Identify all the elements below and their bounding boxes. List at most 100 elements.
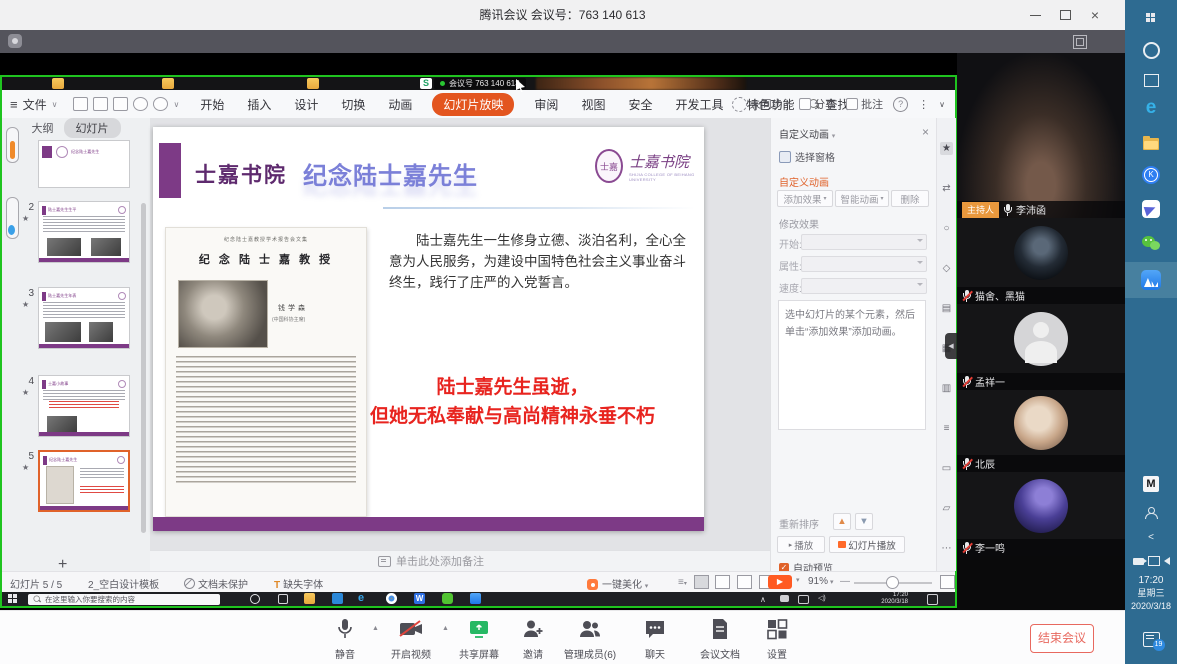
save-icon[interactable] [73, 97, 88, 111]
quickbar-caret-icon[interactable]: ∨ [173, 100, 179, 109]
tab-slideshow[interactable]: 幻灯片放映 [432, 93, 514, 116]
chat-button[interactable]: 聊天 [622, 618, 688, 661]
notification-center-icon[interactable]: 19 [1125, 626, 1177, 652]
tab-animation[interactable]: 动画 [388, 93, 412, 116]
end-meeting-button[interactable]: 结束会议 [1030, 624, 1094, 653]
participant-tile[interactable]: 北辰 [957, 390, 1125, 472]
comment-button[interactable]: 批注 [846, 96, 883, 112]
print-preview-icon[interactable] [113, 97, 128, 111]
close-button[interactable]: × [1080, 0, 1110, 30]
slide-thumbnail-4[interactable]: 士嘉小故事 [38, 375, 130, 437]
chrome-icon[interactable] [386, 593, 397, 604]
tab-security[interactable]: 安全 [628, 93, 652, 116]
slideshow-play-button[interactable]: 幻灯片播放 [829, 536, 905, 553]
animation-pane-icon[interactable]: ★ [940, 142, 953, 155]
wps-app-icon[interactable]: S [420, 78, 432, 89]
more-tools-icon[interactable]: ⋯ [940, 542, 953, 555]
property-select[interactable] [801, 256, 927, 272]
tab-insert[interactable]: 插入 [247, 93, 271, 116]
transition-icon[interactable]: ⇄ [940, 182, 953, 195]
template-name[interactable]: 2_空白设计模板 [88, 576, 159, 591]
tab-review[interactable]: 审阅 [534, 93, 558, 116]
file-menu[interactable]: 文件 [23, 96, 47, 113]
mail-icon[interactable] [332, 593, 343, 604]
sync-status[interactable]: 未同步▾ [732, 96, 790, 112]
cortana-icon[interactable] [1125, 38, 1177, 62]
panel-collapse-handle[interactable]: ◀ [945, 333, 957, 359]
print-icon[interactable] [93, 97, 108, 111]
desktop-folder-icon[interactable] [52, 78, 64, 89]
bird-app-icon[interactable] [1125, 196, 1177, 222]
slide-thumbnail-2[interactable]: 陆士嘉先生生平 [38, 201, 130, 263]
k-app-icon[interactable]: K [1125, 162, 1177, 188]
delete-button[interactable]: 删除 [891, 190, 929, 207]
participant-video-tile[interactable]: 主持人 李沛函 [957, 53, 1125, 218]
redo-icon[interactable] [153, 97, 168, 111]
taskbar-search-box[interactable]: 在这里输入你要搜索的内容 [28, 594, 220, 605]
start-video-button[interactable]: 开启视频 [378, 618, 444, 661]
pane-close-icon[interactable]: × [922, 125, 929, 139]
explorer-icon[interactable] [1125, 131, 1177, 157]
timer-icon[interactable]: ○ [940, 222, 953, 235]
wechat-icon[interactable] [442, 593, 453, 604]
normal-view-icon[interactable] [694, 575, 709, 589]
settings-button[interactable]: 设置 [744, 618, 810, 661]
maximize-button[interactable] [1050, 0, 1080, 30]
selection-pane-button[interactable]: 选择窗格 [779, 149, 835, 164]
meeting-float-bar[interactable]: 会议号 763 140 613 [434, 78, 526, 89]
desktop-folder-icon[interactable] [307, 78, 319, 89]
zoom-slider-handle[interactable] [886, 576, 899, 589]
slide-paragraph[interactable]: 陆士嘉先生一生修身立德、淡泊名利，全心全意为人民服务，为建设中国特色社会主义事业… [389, 231, 691, 294]
slide-thumbnail-1[interactable]: 纪念陆士嘉先生 [38, 140, 130, 188]
play-caret-icon[interactable]: ▾ [796, 576, 800, 584]
doc-protect-status[interactable]: 文档未保护 [184, 576, 248, 591]
slide-thumbnail-5-selected[interactable]: 纪念陆士嘉先生 [38, 450, 130, 512]
tab-slides[interactable]: 幻灯片 [64, 118, 121, 138]
current-slide[interactable]: 士嘉书院 纪念陆士嘉先生 士嘉 士嘉书院 SHIJIA COLLEGE OF B… [153, 127, 704, 531]
zoom-out-button[interactable]: — [840, 576, 850, 587]
tab-transition[interactable]: 切换 [341, 93, 365, 116]
cortana-icon[interactable] [250, 594, 260, 604]
mute-button[interactable]: 静音 [312, 618, 378, 661]
fullscreen-icon[interactable] [1073, 35, 1087, 49]
taskview-icon[interactable] [1125, 68, 1177, 92]
tray-volume-icon[interactable]: ◁) [818, 594, 826, 602]
tray-cam-icon[interactable] [780, 595, 789, 602]
taskview-icon[interactable] [278, 594, 288, 604]
meeting-app-icon-active[interactable] [1125, 262, 1177, 298]
fit-window-icon[interactable] [940, 575, 955, 589]
speed-select[interactable] [801, 278, 927, 294]
people-icon[interactable] [1125, 502, 1177, 524]
hamburger-icon[interactable]: ≡ [10, 97, 18, 112]
smart-animation-button[interactable]: 智能动画▾ [835, 190, 889, 207]
panel-scrollbar[interactable] [141, 203, 146, 533]
meeting-app-icon[interactable] [470, 593, 481, 604]
edge-icon[interactable]: e [358, 593, 369, 604]
more-menu-icon[interactable]: ⋮ [918, 98, 929, 111]
share-button[interactable]: 分享 [799, 96, 836, 112]
mail-icon[interactable]: ▱ [940, 502, 953, 515]
wechat-icon[interactable] [1125, 230, 1177, 258]
help-icon[interactable]: ? [893, 97, 908, 112]
start-button[interactable] [1125, 6, 1177, 30]
undo-icon[interactable] [133, 97, 148, 111]
wps-taskbar-icon[interactable]: W [414, 593, 425, 604]
manage-members-button[interactable]: 管理成员(6) [557, 618, 623, 661]
beautify-button[interactable]: 一键美化 ▾ [587, 576, 648, 591]
participant-tile[interactable]: 李一鸣 [957, 472, 1125, 556]
notification-icon[interactable] [927, 594, 938, 605]
book-page-image[interactable]: 纪念陆士嘉教授学术报告会文集 纪 念 陆 士 嘉 教 授 钱学森 (中国科协主席… [165, 227, 367, 517]
tab-developer[interactable]: 开发工具 [675, 93, 723, 116]
system-clock[interactable]: 17:20 星期三 2020/3/18 [1125, 572, 1177, 614]
tray-expand-icon[interactable]: ∧ [760, 595, 766, 604]
reorder-down-button[interactable]: ▼ [855, 513, 873, 530]
minimize-button[interactable] [1020, 0, 1050, 30]
tray-monitor-icon[interactable] [798, 595, 809, 604]
file-menu-caret-icon[interactable]: ∨ [52, 100, 58, 109]
zoom-level[interactable]: 91% ▾ [808, 576, 833, 587]
slide-red-text[interactable]: 陆士嘉先生虽逝， 但她无私奉献与高尚精神永垂不朽 [321, 373, 704, 432]
reorder-up-button[interactable]: ▲ [833, 513, 851, 530]
tab-home[interactable]: 开始 [200, 93, 224, 116]
collapse-ribbon-icon[interactable]: ∨ [939, 100, 945, 109]
pane-title[interactable]: 自定义动画 ▾ [779, 126, 835, 141]
